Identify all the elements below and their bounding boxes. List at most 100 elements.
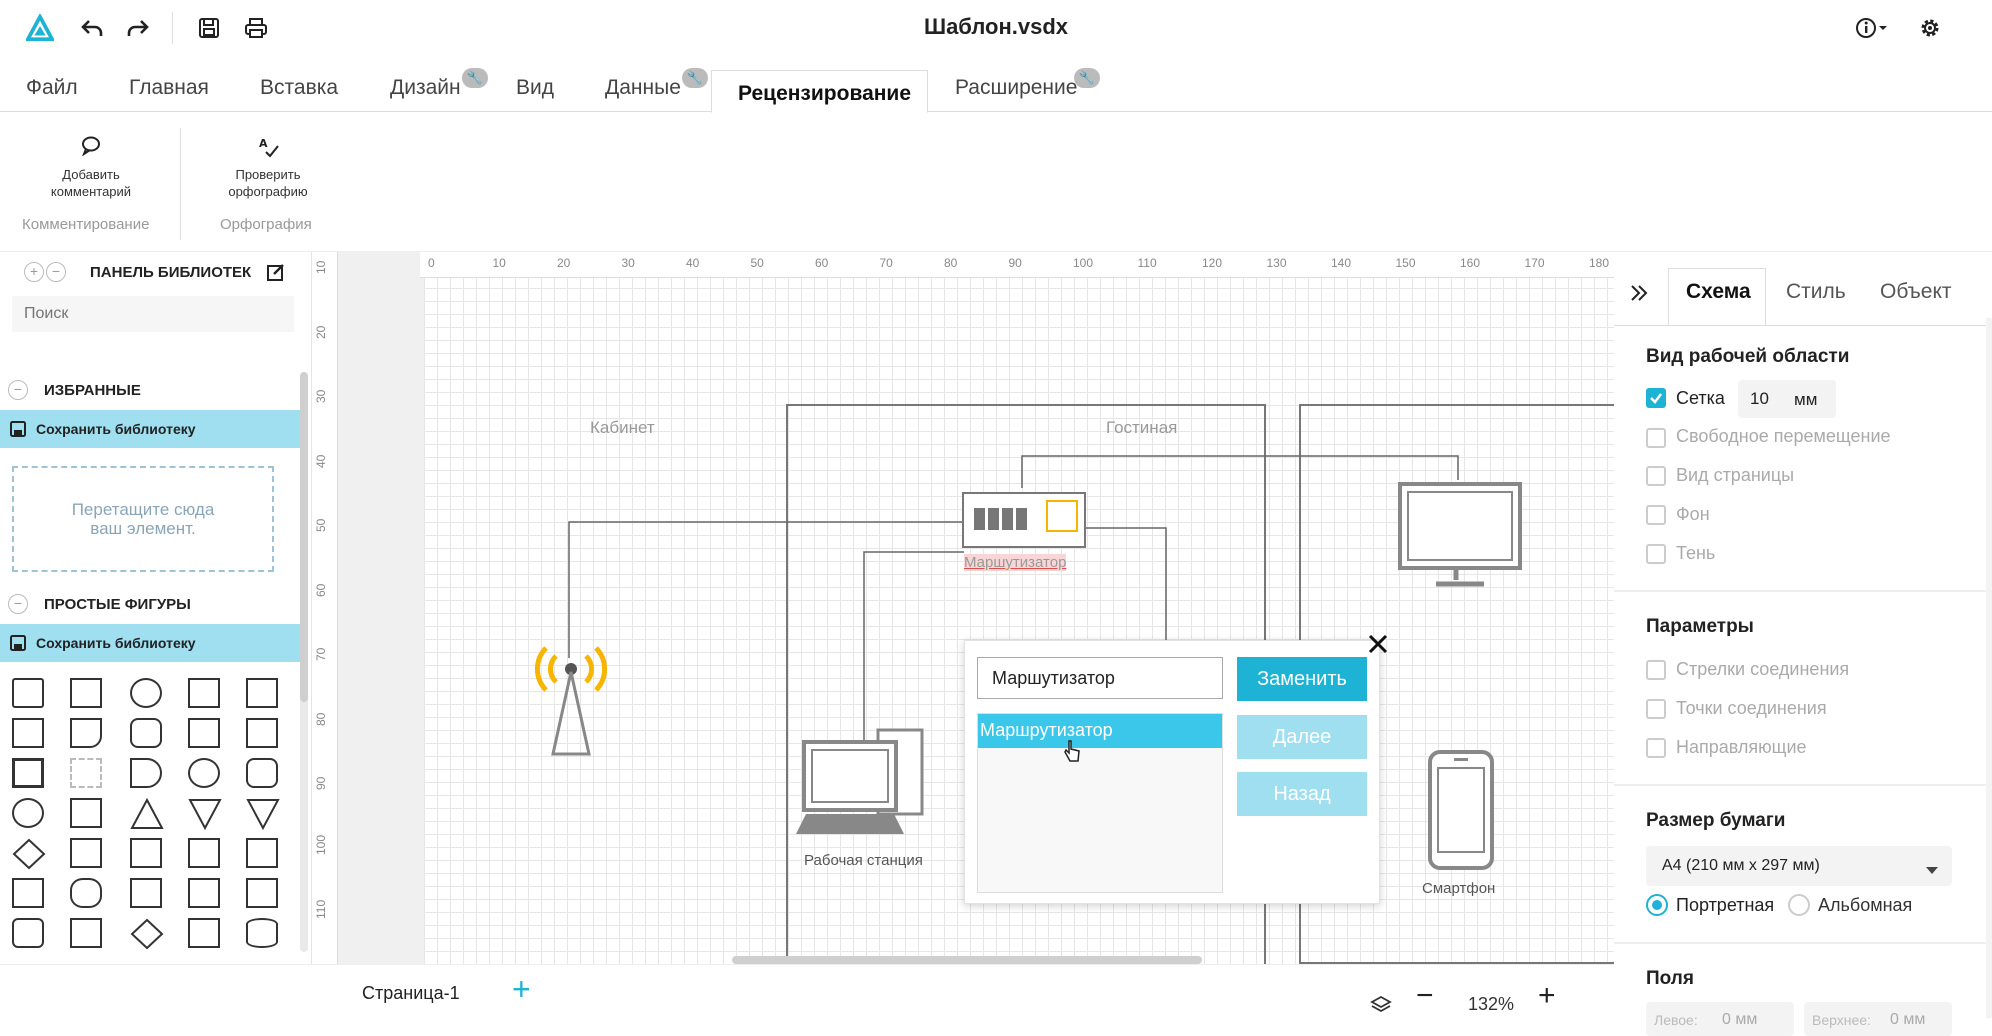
canvas-horizontal-scrollbar[interactable] [732,956,1202,964]
basic-shapes-header[interactable]: ПРОСТЫЕ ФИГУРЫ [44,596,311,613]
add-comment-button[interactable]: Добавить комментарий [38,136,144,200]
shadow-checkbox[interactable] [1646,544,1666,564]
shape-octagon[interactable] [246,758,278,788]
tab-view[interactable]: Вид [516,76,554,100]
zoom-in-button[interactable]: + [1538,979,1556,1013]
shape-note[interactable] [70,678,102,708]
collapse-basic-shapes-icon[interactable]: − [8,594,28,614]
shape-step[interactable] [246,838,278,868]
save-library-button-2[interactable]: Сохранить библиотеку [0,624,300,662]
tab-file[interactable]: Файл [26,76,78,100]
tab-style[interactable]: Стиль [1786,280,1846,304]
tab-object[interactable]: Объект [1880,280,1952,304]
shape-tape[interactable] [188,838,220,868]
grid-size-field[interactable]: 10 мм [1738,380,1836,418]
shape-card[interactable] [130,838,162,868]
next-button[interactable]: Далее [1237,715,1367,759]
shape-database[interactable] [246,918,278,948]
margin-top-field[interactable]: Верхнее: 0 мм [1804,1002,1952,1036]
tab-insert[interactable]: Вставка [260,76,338,100]
shape-or[interactable] [188,758,220,788]
shape-document[interactable] [70,718,102,748]
monitor-icon[interactable] [1396,480,1524,597]
shape-square[interactable] [246,678,278,708]
expand-all-icon[interactable]: + [24,262,44,282]
misspelled-word-input[interactable] [977,657,1223,699]
portrait-radio[interactable] [1646,894,1668,916]
shape-delay[interactable] [130,758,162,788]
collapse-favorites-icon[interactable]: − [8,380,28,400]
library-scrollbar[interactable] [300,372,308,952]
shape-extract[interactable] [246,798,280,835]
edit-icon[interactable] [266,262,286,287]
tab-design[interactable]: Дизайн [390,76,461,100]
suggestions-list[interactable]: Маршрутизатор [977,713,1223,893]
free-move-checkbox[interactable] [1646,428,1666,448]
replace-button[interactable]: Заменить [1237,657,1367,701]
smartphone-icon[interactable] [1426,748,1496,877]
shape-annotation[interactable] [188,918,220,948]
shape-bowtie[interactable] [12,878,44,908]
shape-summing[interactable] [12,798,44,828]
drop-zone[interactable]: Перетащите сюда ваш элемент. [12,466,274,572]
gear-icon[interactable] [1916,14,1944,42]
library-search-input[interactable] [12,296,294,332]
guides-checkbox[interactable] [1646,738,1666,758]
close-icon[interactable] [1366,632,1390,661]
ruler-left-tick: 90 [314,776,328,790]
page-view-checkbox[interactable] [1646,466,1666,486]
shape-internal-storage[interactable] [130,878,162,908]
shape-rectangle[interactable] [12,678,44,708]
paper-size-select[interactable]: A4 (210 мм x 297 мм) [1646,846,1952,886]
shape-process[interactable] [188,678,220,708]
arrows-checkbox[interactable] [1646,660,1666,680]
shape-folded-corner[interactable] [188,878,220,908]
suggestion-item[interactable]: Маршрутизатор [978,714,1222,748]
shape-multi-document[interactable] [246,878,278,908]
workstation-label: Рабочая станция [804,852,923,869]
layers-icon[interactable] [1370,995,1392,1020]
collapse-panel-icon[interactable] [1628,282,1650,309]
grid-checkbox[interactable] [1646,388,1666,408]
shape-predefined-process[interactable] [70,918,102,948]
tab-review[interactable]: Рецензирование [711,70,928,113]
zoom-out-button[interactable]: − [1416,979,1434,1013]
router-label[interactable]: Маршутизатор [964,554,1067,571]
shape-frame[interactable] [12,758,44,788]
back-button[interactable]: Назад [1237,772,1367,816]
panel-scrollbar[interactable] [1986,318,1992,1018]
shape-decision[interactable] [12,838,46,875]
collapse-all-icon[interactable]: − [46,262,66,282]
shape-list[interactable] [246,718,278,748]
shape-rectangle-2[interactable] [12,718,44,748]
tab-data[interactable]: Данные [605,76,681,100]
landscape-radio[interactable] [1788,894,1810,916]
wifi-antenna-icon[interactable] [528,632,614,767]
tab-schema[interactable]: Схема [1686,280,1751,304]
shape-triangle[interactable] [130,797,164,835]
spell-check-button[interactable]: A Проверить орфографию [216,136,320,200]
library-scrollbar-thumb[interactable] [300,372,308,702]
background-checkbox[interactable] [1646,505,1666,525]
add-page-button[interactable]: + [512,971,531,1008]
margin-left-field[interactable]: Левое: 0 мм [1646,1002,1794,1036]
shape-terminator[interactable] [12,918,44,948]
shape-cube[interactable] [70,838,102,868]
shape-cloud[interactable] [70,878,102,908]
favorites-header[interactable]: ИЗБРАННЫЕ [44,382,311,399]
shape-container[interactable] [70,758,102,788]
page-tab[interactable]: Страница-1 [362,983,460,1004]
shape-circle[interactable] [130,678,162,708]
save-library-button-1[interactable]: Сохранить библиотеку [0,410,300,448]
tab-home[interactable]: Главная [129,76,209,100]
shape-merge[interactable] [188,798,222,835]
info-icon[interactable] [1854,14,1890,42]
tab-extensions[interactable]: Расширение [955,76,1077,100]
points-checkbox[interactable] [1646,699,1666,719]
shape-table[interactable] [188,718,220,748]
shape-diamond[interactable] [130,918,164,955]
shape-collate[interactable] [70,798,102,828]
shape-rounded-rect[interactable] [130,718,162,748]
workstation-icon[interactable] [796,726,930,847]
router-shape[interactable] [962,492,1086,548]
